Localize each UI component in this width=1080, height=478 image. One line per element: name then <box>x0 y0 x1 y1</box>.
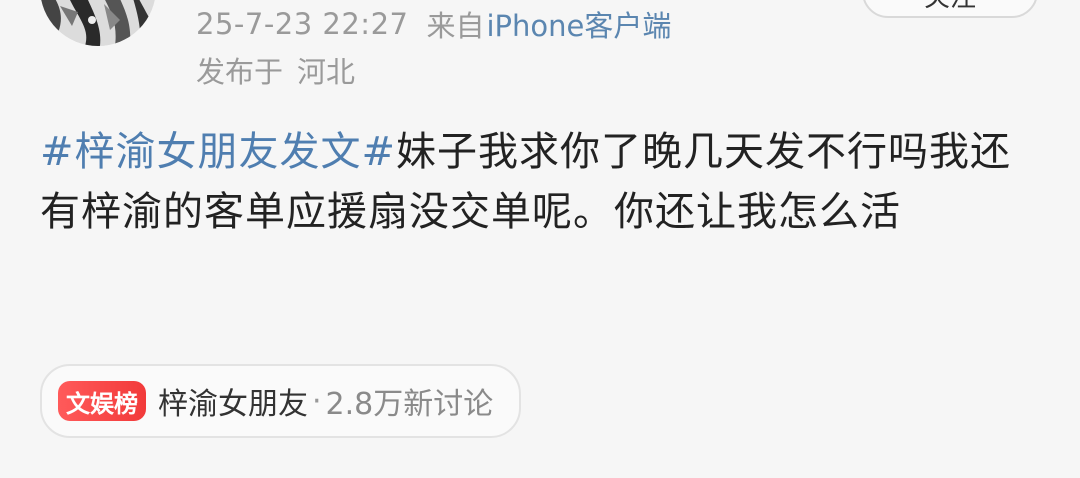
post-location: 发布于 河北 <box>196 50 355 90</box>
rank-badge: 文娱榜 <box>58 381 146 421</box>
post-meta: 25-7-23 22:27 来自 iPhone客户端 <box>196 2 671 46</box>
topic-card-name: 梓渝女朋友 <box>158 387 308 422</box>
topic-hashtag-link[interactable]: #梓渝女朋友发文# <box>40 129 396 175</box>
topic-card-stat: 2.8万新讨论 <box>325 387 494 422</box>
avatar-illustration-icon <box>40 0 156 46</box>
source-prefix: 来自 <box>426 9 485 43</box>
follow-button[interactable]: 关注 <box>862 0 1038 18</box>
topic-card[interactable]: 文娱榜 梓渝女朋友 · 2.8万新讨论 <box>40 364 522 438</box>
location-prefix: 发布于 <box>196 55 284 89</box>
topic-card-separator: · <box>312 383 322 419</box>
post-content: #梓渝女朋友发文#妹子我求你了晚几天发不行吗我还有梓渝的客单应援扇没交单呢。你还… <box>40 122 1040 242</box>
location-name: 河北 <box>297 55 356 89</box>
source-device-link[interactable]: iPhone客户端 <box>487 3 672 45</box>
post-time: 25-7-23 22:27 <box>196 7 409 41</box>
weibo-post: 25-7-23 22:27 来自 iPhone客户端 发布于 河北 关注 #梓渝… <box>0 0 1080 478</box>
follow-button-label: 关注 <box>924 0 976 14</box>
avatar[interactable] <box>40 0 156 46</box>
